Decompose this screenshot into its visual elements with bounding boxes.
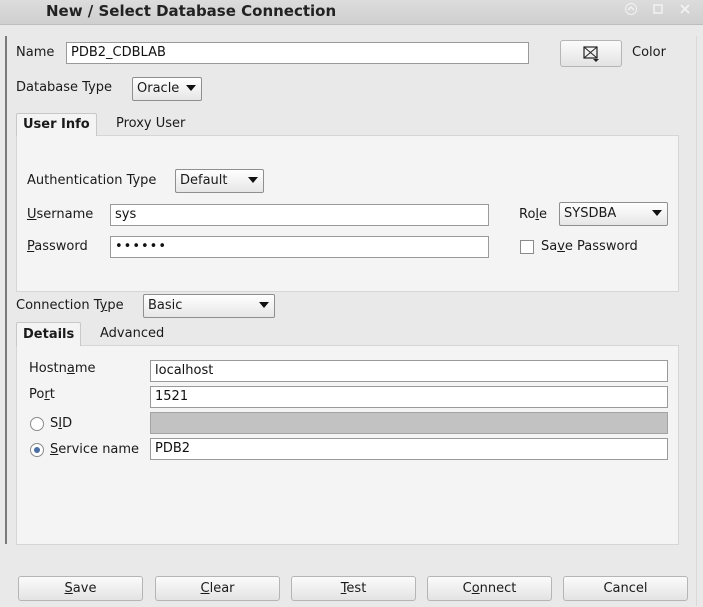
tab-proxy-user[interactable]: Proxy User [110, 114, 191, 134]
password-field[interactable]: •••••• [110, 236, 489, 258]
chevron-down-icon [186, 85, 196, 91]
connection-type-label: Connection Type [16, 298, 124, 313]
authentication-type-select[interactable]: Default [175, 169, 264, 193]
close-icon[interactable] [676, 3, 694, 19]
tab-user-info[interactable]: User Info [16, 113, 97, 136]
connect-button[interactable]: Connect [427, 576, 552, 601]
chevron-down-icon [259, 302, 269, 308]
service-name-value: PDB2 [155, 441, 191, 456]
role-select[interactable]: SYSDBA [559, 202, 668, 226]
port-field[interactable]: 1521 [150, 386, 668, 408]
service-name-radio[interactable] [30, 443, 44, 457]
name-field[interactable]: PDB2_CDBLAB [66, 42, 529, 64]
username-value: sys [115, 207, 137, 222]
tab-details[interactable]: Details [16, 322, 82, 346]
database-type-select[interactable]: Oracle [132, 77, 202, 101]
username-field[interactable]: sys [110, 204, 489, 226]
window-title: New / Select Database Connection [46, 2, 337, 20]
password-value: •••••• [115, 239, 168, 254]
color-button[interactable] [560, 40, 622, 67]
connection-type-value: Basic [148, 298, 183, 313]
save-password-checkbox[interactable] [520, 240, 534, 254]
port-label: Port [29, 387, 55, 402]
authentication-type-value: Default [180, 173, 228, 188]
hostname-field[interactable]: localhost [150, 360, 668, 382]
password-label: Password [27, 239, 88, 254]
save-password-label: Save Password [541, 239, 638, 254]
database-type-value: Oracle [137, 81, 180, 96]
restore-icon[interactable] [649, 3, 667, 19]
name-label: Name [16, 45, 55, 60]
service-name-field[interactable]: PDB2 [150, 438, 668, 460]
hostname-label: Hostname [29, 361, 96, 376]
left-border [5, 36, 7, 544]
test-button[interactable]: Test [291, 576, 416, 601]
sid-radio[interactable] [30, 417, 44, 431]
save-button[interactable]: Save [18, 576, 143, 601]
database-type-label: Database Type [16, 80, 113, 95]
chevron-down-icon [652, 210, 662, 216]
cancel-button[interactable]: Cancel [563, 576, 688, 601]
service-name-label: Service name [50, 442, 140, 457]
color-label: Color [632, 45, 666, 60]
right-border [696, 36, 697, 606]
sid-label: SID [50, 416, 73, 431]
tab-advanced[interactable]: Advanced [94, 324, 170, 344]
hostname-value: localhost [155, 363, 214, 378]
role-value: SYSDBA [564, 206, 617, 221]
chevron-down-icon [248, 177, 258, 183]
authentication-type-label: Authentication Type [27, 173, 157, 188]
connection-type-select[interactable]: Basic [143, 294, 275, 318]
sid-field[interactable] [150, 412, 668, 434]
port-value: 1521 [155, 389, 189, 404]
shade-up-icon[interactable] [622, 3, 640, 19]
clear-button[interactable]: Clear [155, 576, 280, 601]
color-picker-icon [583, 46, 599, 62]
role-label: Role [519, 207, 548, 222]
username-label: Username [27, 207, 94, 222]
name-value: PDB2_CDBLAB [71, 45, 166, 60]
